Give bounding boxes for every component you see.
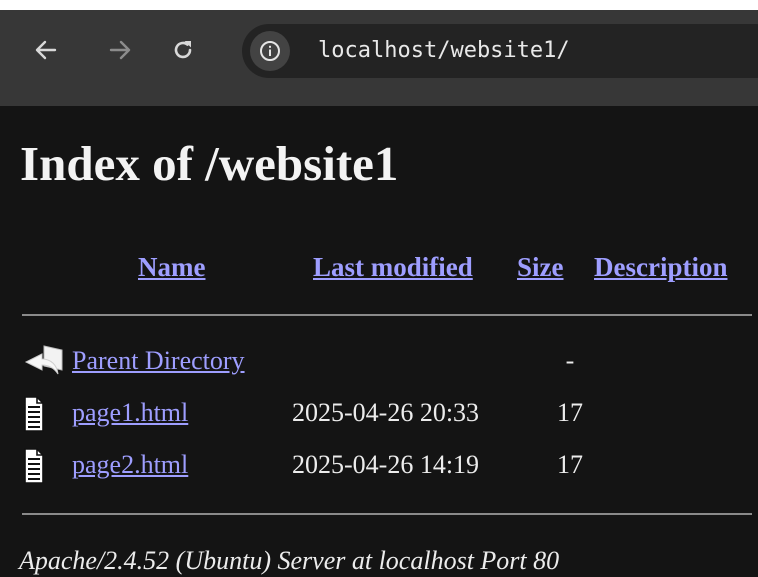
table-row: page2.html 2025-04-26 14:19 17 [0,448,758,488]
browser-window: localhost/website1/ Index of /website1 N… [0,0,758,577]
reload-icon [174,41,192,59]
text-file-icon[interactable] [22,396,66,432]
arrow-right-icon [109,40,131,60]
address-bar[interactable]: localhost/website1/ [242,24,758,78]
arrow-left-icon [35,40,57,60]
row-size: - [565,346,575,375]
server-signature: Apache/2.4.52 (Ubuntu) Server at localho… [19,546,560,575]
site-info-button[interactable] [250,31,290,71]
row-modified: 2025-04-26 14:19 [292,450,480,479]
file-link-page1[interactable]: page1.html [72,396,188,430]
row-modified: 2025-04-26 20:33 [292,398,480,427]
table-row: Parent Directory - [0,344,758,384]
column-header-name[interactable]: Name [138,250,205,284]
divider [22,513,752,515]
column-header-last-modified[interactable]: Last modified [313,250,473,284]
row-size: 17 [557,450,583,479]
column-header-size[interactable]: Size [517,250,564,284]
file-link-page2[interactable]: page2.html [72,448,188,482]
row-size: 17 [557,398,583,427]
page-title: Index of /website1 [20,136,399,191]
text-file-icon[interactable] [22,448,66,484]
parent-directory-link[interactable]: Parent Directory [72,344,245,378]
reload-button[interactable] [165,32,201,68]
browser-toolbar: localhost/website1/ [0,0,758,106]
back-folder-icon[interactable] [22,344,66,380]
table-row: page1.html 2025-04-26 20:33 17 [0,396,758,436]
url-text[interactable]: localhost/website1/ [318,37,570,65]
divider [22,314,752,316]
column-header-description[interactable]: Description [594,250,727,284]
info-icon [260,41,280,61]
back-button[interactable] [28,32,64,68]
page-content: Index of /website1 Name Last modified Si… [0,106,758,577]
forward-button[interactable] [102,32,138,68]
